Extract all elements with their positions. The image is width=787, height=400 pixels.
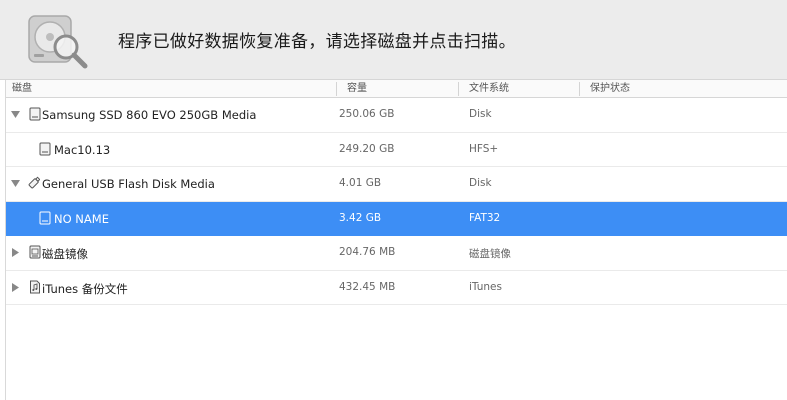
row-filesystem: FAT32 <box>469 211 501 224</box>
row-filesystem: Disk <box>469 177 492 189</box>
row-filesystem: iTunes <box>469 280 502 293</box>
backup-file-icon <box>30 280 40 293</box>
table-row[interactable]: 磁盘镜像 204.76 MB 磁盘镜像 <box>6 236 787 271</box>
drive-icon <box>29 107 41 121</box>
volume-icon <box>39 142 51 155</box>
row-name: NO NAME <box>54 211 109 226</box>
disclosure-triangle-collapsed-icon[interactable] <box>11 248 20 257</box>
row-name: Mac10.13 <box>54 142 111 157</box>
column-header-disk[interactable]: 磁盘 <box>12 83 32 97</box>
disclosure-triangle-collapsed-icon[interactable] <box>11 282 20 292</box>
column-header-capacity[interactable]: 容量 <box>347 83 367 97</box>
volume-icon <box>39 211 51 224</box>
column-divider[interactable] <box>579 82 580 96</box>
row-capacity: 4.01 GB <box>339 177 382 189</box>
row-capacity: 250.06 GB <box>339 108 395 120</box>
disk-table[interactable]: 磁盘 容量 文件系统 保护状态 Samsung SSD 860 EVO 250G… <box>5 80 787 400</box>
header-bar: 程序已做好数据恢复准备，请选择磁盘并点击扫描。 <box>0 0 787 80</box>
table-row[interactable]: General USB Flash Disk Media 4.01 GB Dis… <box>6 167 787 202</box>
row-name: iTunes 备份文件 <box>42 281 128 296</box>
row-name: General USB Flash Disk Media <box>42 177 215 191</box>
table-row[interactable]: NO NAME 3.42 GB FAT32 <box>6 201 787 236</box>
row-capacity: 432.45 MB <box>339 280 396 293</box>
column-header-filesystem[interactable]: 文件系统 <box>469 83 509 97</box>
column-divider[interactable] <box>336 82 337 96</box>
usb-drive-icon <box>28 176 40 189</box>
row-name: 磁盘镜像 <box>42 247 88 261</box>
table-row[interactable]: Samsung SSD 860 EVO 250GB Media 250.06 G… <box>6 98 787 133</box>
table-header: 磁盘 容量 文件系统 保护状态 <box>6 80 787 98</box>
row-capacity: 3.42 GB <box>339 211 382 224</box>
row-filesystem: 磁盘镜像 <box>469 248 511 260</box>
row-capacity: 249.20 GB <box>339 142 395 155</box>
disk-image-icon <box>29 245 41 259</box>
disclosure-triangle-expanded-icon[interactable] <box>11 110 20 119</box>
hard-disk-magnifier-icon <box>28 15 88 69</box>
column-divider[interactable] <box>458 82 459 96</box>
table-row[interactable]: Mac10.13 249.20 GB HFS+ <box>6 133 787 167</box>
page-title: 程序已做好数据恢复准备，请选择磁盘并点击扫描。 <box>118 32 516 52</box>
row-filesystem: Disk <box>469 108 492 120</box>
disclosure-triangle-expanded-icon[interactable] <box>11 179 20 188</box>
row-capacity: 204.76 MB <box>339 246 396 258</box>
row-name: Samsung SSD 860 EVO 250GB Media <box>42 108 257 122</box>
table-row[interactable]: iTunes 备份文件 432.45 MB iTunes <box>6 271 787 305</box>
column-header-protection[interactable]: 保护状态 <box>590 83 630 97</box>
row-filesystem: HFS+ <box>469 142 499 155</box>
